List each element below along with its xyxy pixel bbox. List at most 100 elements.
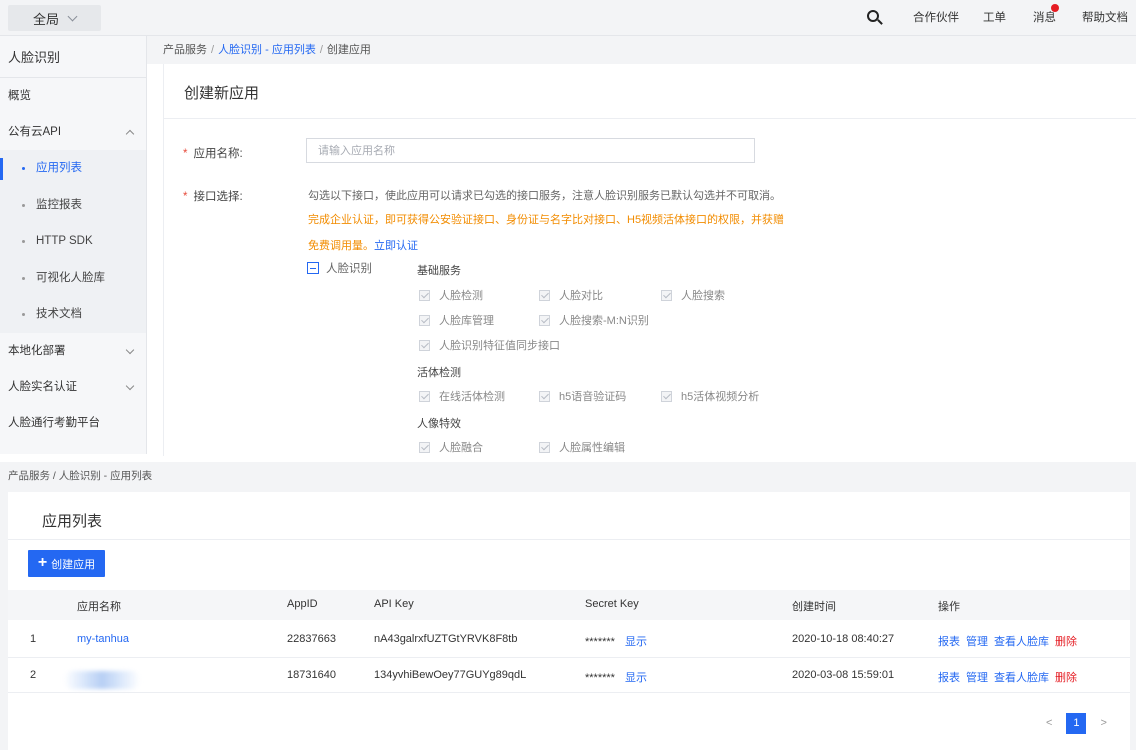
checkbox-icon — [539, 314, 550, 326]
checkbox-face-fusion[interactable]: 人脸融合 — [419, 439, 483, 455]
sidebar-item-tech-docs[interactable]: 技术文档 — [0, 296, 146, 333]
app-id: 22837663 — [287, 633, 336, 645]
row-divider — [8, 692, 1130, 693]
checkbox-face-library[interactable]: 人脸库管理 — [419, 312, 494, 328]
app-name-input[interactable] — [306, 138, 755, 163]
row-actions: 报表 管理 查看人脸库 删除 — [938, 669, 1083, 685]
page-number-button[interactable]: 1 — [1066, 712, 1087, 734]
redacted-app-name — [64, 671, 140, 689]
row-index: 2 — [30, 669, 37, 681]
sidebar-item-label: 可视化人脸库 — [36, 271, 105, 284]
view-library-link[interactable]: 查看人脸库 — [994, 636, 1049, 648]
sidebar-item-local-deploy[interactable]: 本地化部署 — [0, 333, 146, 369]
checkbox-icon — [419, 390, 430, 402]
sidebar-item-app-list[interactable]: 应用列表 — [0, 150, 146, 187]
app-name-link[interactable]: my-tanhua — [77, 633, 129, 645]
checkbox-feature-sync[interactable]: 人脸识别特征值同步接口 — [419, 337, 560, 353]
sidebar-title: 人脸识别 — [0, 36, 146, 78]
chevron-down-icon — [67, 11, 78, 21]
verify-now-link[interactable]: 立即认证 — [374, 240, 418, 252]
sidebar-item-label: 本地化部署 — [8, 344, 66, 357]
sidebar-item-overview[interactable]: 概览 — [0, 78, 146, 114]
page-title: 创建新应用 — [184, 85, 260, 102]
prev-page-button[interactable]: < — [1046, 717, 1052, 729]
api-key: nA43galrxfUZTGtYRVK8F8tb — [374, 633, 518, 645]
divider — [163, 118, 1136, 119]
checkbox-face-search[interactable]: 人脸搜索 — [661, 287, 725, 303]
chevron-down-icon — [125, 381, 135, 390]
sidebar-item-monitor-report[interactable]: 监控报表 — [0, 186, 146, 223]
search-icon[interactable] — [867, 10, 883, 26]
checkbox-online-liveness[interactable]: 在线活体检测 — [419, 388, 505, 404]
delete-link[interactable]: 删除 — [1055, 672, 1077, 684]
checkbox-face-detect[interactable]: 人脸检测 — [419, 287, 483, 303]
breadcrumb-current: 创建应用 — [326, 44, 371, 56]
column-header-app-id: AppID — [287, 598, 318, 610]
row-index: 1 — [30, 633, 37, 645]
next-page-button[interactable]: > — [1100, 717, 1106, 729]
table-header — [8, 590, 1130, 620]
sidebar-item-label: 人脸实名认证 — [8, 380, 77, 393]
top-bar: 全局 合作伙伴 工单 消息 帮助文档 — [0, 0, 1136, 36]
app-name-label: * 应用名称: — [183, 148, 243, 160]
checkbox-h5-voice-code[interactable]: h5语音验证码 — [539, 388, 626, 404]
show-secret-link[interactable]: 显示 — [625, 672, 647, 684]
checkbox-icon — [539, 441, 550, 453]
column-header-actions: 操作 — [938, 601, 960, 613]
manage-link[interactable]: 管理 — [966, 636, 988, 648]
notification-dot — [1051, 4, 1059, 12]
breadcrumb-app-list[interactable]: 人脸识别 - 应用列表 — [218, 44, 316, 56]
row-divider — [8, 657, 1130, 658]
checkbox-h5-video-analysis[interactable]: h5活体视频分析 — [661, 388, 759, 404]
verify-notice-line2: 免费调用量。立即认证 — [308, 240, 418, 252]
checkbox-icon — [419, 289, 430, 301]
nav-tickets[interactable]: 工单 — [983, 0, 1006, 36]
chevron-up-icon — [125, 129, 135, 139]
report-link[interactable]: 报表 — [938, 636, 960, 648]
breadcrumb-root[interactable]: 产品服务 — [163, 44, 207, 56]
column-header-secret-key: Secret Key — [585, 598, 639, 610]
scope-selector[interactable]: 全局 — [8, 5, 101, 31]
group-basic-services: 基础服务 — [417, 265, 461, 277]
sidebar-item-attendance[interactable]: 人脸通行考勤平台 — [0, 405, 146, 441]
sidebar-item-real-name[interactable]: 人脸实名认证 — [0, 369, 146, 405]
app-id: 18731640 — [287, 669, 336, 681]
sidebar-item-public-api[interactable]: 公有云API — [0, 114, 146, 150]
manage-link[interactable]: 管理 — [966, 672, 988, 684]
bullet-icon — [22, 240, 25, 243]
sidebar-item-http-sdk[interactable]: HTTP SDK — [0, 223, 146, 260]
sidebar-item-label: HTTP SDK — [36, 235, 93, 247]
sidebar-item-label: 公有云API — [8, 126, 62, 138]
collapse-icon[interactable] — [307, 262, 319, 274]
nav-partners[interactable]: 合作伙伴 — [913, 0, 959, 36]
checkbox-face-compare[interactable]: 人脸对比 — [539, 287, 603, 303]
show-secret-link[interactable]: 显示 — [625, 636, 647, 648]
created-time: 2020-03-08 15:59:01 — [792, 669, 895, 681]
delete-link[interactable]: 删除 — [1055, 636, 1077, 648]
verify-notice: 完成企业认证，即可获得公安验证接口、身份证与名字比对接口、H5视频活体接口的权限… — [308, 214, 785, 226]
chevron-down-icon — [125, 345, 135, 354]
api-key: 134yvhiBewOey77GUYg89qdL — [374, 669, 527, 681]
sidebar-item-face-library[interactable]: 可视化人脸库 — [0, 259, 146, 296]
breadcrumb: 产品服务 / 人脸识别 - 应用列表 — [8, 470, 153, 482]
column-header-api-key: API Key — [374, 598, 414, 610]
checkbox-face-attr-edit[interactable]: 人脸属性编辑 — [539, 439, 625, 455]
column-header-created-time: 创建时间 — [792, 601, 836, 613]
group-liveness: 活体检测 — [417, 367, 461, 379]
checkbox-icon — [539, 390, 550, 402]
checkbox-icon — [661, 289, 672, 301]
bullet-icon — [22, 313, 25, 316]
api-select-info: 勾选以下接口，使此应用可以请求已勾选的接口服务，注意人脸识别服务已默认勾选并不可… — [308, 190, 781, 202]
create-app-button[interactable]: + 创建应用 — [28, 550, 105, 577]
view-library-link[interactable]: 查看人脸库 — [994, 672, 1049, 684]
sidebar: 人脸识别 概览 公有云API 应用列表 监控报表 HTTP SDK 可视化人脸库… — [0, 36, 147, 454]
created-time: 2020-10-18 08:40:27 — [792, 633, 895, 645]
report-link[interactable]: 报表 — [938, 672, 960, 684]
checkbox-face-search-mn[interactable]: 人脸搜索-M:N识别 — [539, 312, 649, 328]
nav-help-docs[interactable]: 帮助文档 — [1082, 0, 1128, 36]
pagination: < 1 > — [1046, 712, 1107, 734]
page-title: 应用列表 — [42, 513, 103, 530]
sidebar-item-label: 监控报表 — [36, 198, 82, 211]
checkbox-icon — [419, 314, 430, 326]
secret-key: ******* 显示 — [585, 636, 647, 648]
